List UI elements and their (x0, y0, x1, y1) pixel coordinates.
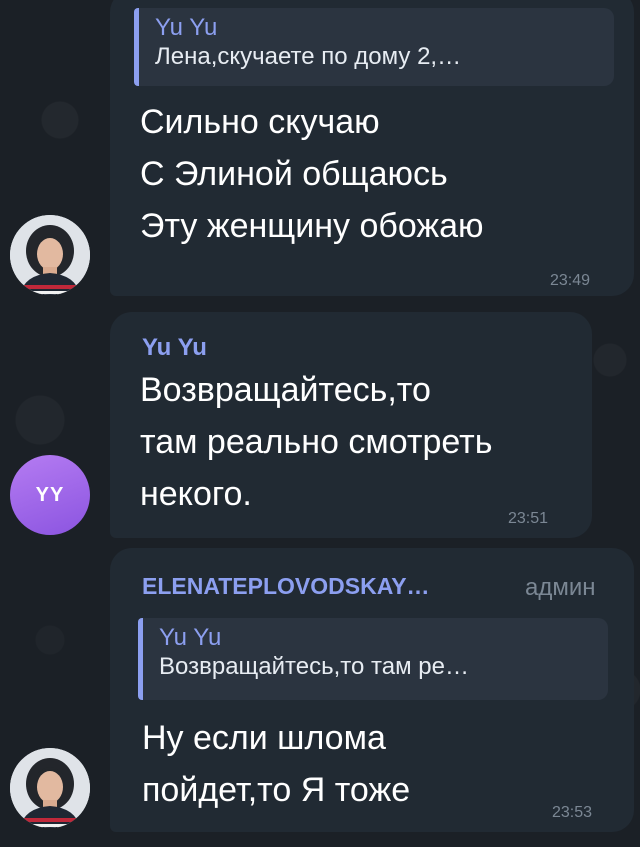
message-bubble-1[interactable]: Yu Yu Лена,скучаете по дому 2,… Сильно с… (110, 0, 634, 296)
message-line: некого. (140, 475, 252, 513)
message-line: С Элиной общаюсь (140, 155, 448, 193)
reply-quote-text: Возвращайтесь,то там ре… (159, 653, 469, 680)
reply-quote-3[interactable]: Yu Yu Возвращайтесь,то там ре… (138, 618, 608, 700)
message-text-3: Ну если шлома пойдет,то Я тоже (142, 712, 410, 816)
sender-name[interactable]: Yu Yu (142, 334, 207, 362)
reply-quote-author: Yu Yu (159, 624, 222, 651)
message-line: пойдет,то Я тоже (142, 771, 411, 809)
message-time: 23:51 (508, 510, 549, 527)
message-bubble-2[interactable]: Yu Yu Возвращайтесь,то там реально смотр… (110, 312, 592, 538)
message-line: Сильно скучаю (140, 103, 380, 141)
message-bubble-3[interactable]: ELENATEPLOVODSKAY… админ Yu Yu Возвращай… (110, 548, 634, 832)
message-line: Эту женщину обожаю (140, 207, 484, 245)
message-line: Ну если шлома (142, 719, 386, 757)
avatar-portrait-icon (10, 215, 90, 295)
message-text-1: Сильно скучаю С Элиной общаюсь Эту женщи… (140, 96, 484, 252)
message-text-2: Возвращайтесь,то там реально смотреть не… (140, 364, 492, 520)
user-photo-avatar[interactable] (10, 215, 90, 295)
reply-quote-author: Yu Yu (155, 14, 218, 41)
sender-name[interactable]: ELENATEPLOVODSKAY… (142, 572, 430, 600)
message-line: там реально смотреть (140, 423, 493, 461)
message-line: Возвращайтесь,то (140, 371, 431, 409)
admin-badge: админ (525, 574, 596, 601)
message-time: 23:53 (552, 804, 593, 821)
avatar-initials: YY (35, 483, 65, 506)
reply-quote-1[interactable]: Yu Yu Лена,скучаете по дому 2,… (134, 8, 614, 86)
user-photo-avatar[interactable] (10, 748, 90, 828)
avatar-portrait-icon (10, 748, 90, 828)
reply-quote-text: Лена,скучаете по дому 2,… (155, 43, 462, 70)
user-initials-avatar[interactable]: YY (10, 455, 90, 535)
message-time: 23:49 (550, 272, 591, 289)
